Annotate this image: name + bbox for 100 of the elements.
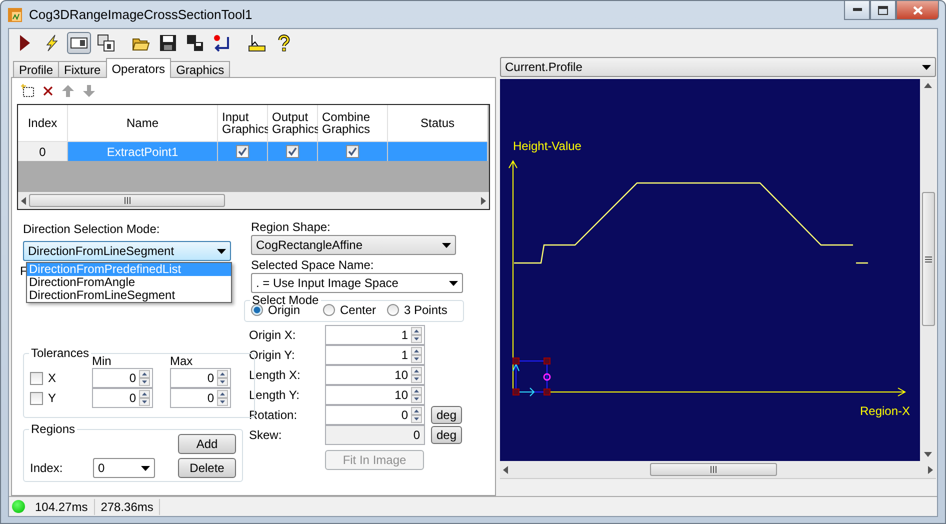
- dropdown-option[interactable]: DirectionFromLineSegment: [27, 289, 231, 302]
- column-header[interactable]: Status: [388, 105, 488, 142]
- field-label: Region Shape:: [251, 220, 332, 234]
- horizontal-scrollbar[interactable]: [18, 192, 489, 209]
- toolbar-button[interactable]: [67, 32, 91, 54]
- axis-label: Region-X: [860, 404, 910, 418]
- vertical-scrollbar[interactable]: [920, 79, 936, 461]
- return-arrow-icon: [213, 34, 231, 52]
- grip-icon: [924, 256, 932, 262]
- checkbox-label: X: [48, 371, 56, 385]
- maximize-button[interactable]: [870, 1, 896, 20]
- field-label: Rotation:: [249, 408, 298, 422]
- dropdown-arrow-icon: [449, 280, 458, 286]
- field-label: Selected Space Name:: [251, 258, 375, 272]
- spin-field[interactable]: 0: [92, 368, 153, 388]
- down-arrow-icon[interactable]: [82, 84, 96, 98]
- checkbox[interactable]: [346, 145, 359, 158]
- new-item-icon[interactable]: [21, 84, 35, 98]
- dropdown-arrow-icon: [217, 248, 226, 254]
- row-header: 0: [18, 142, 68, 161]
- tab[interactable]: Graphics: [170, 61, 230, 78]
- dropdown-arrow-icon: [442, 242, 451, 248]
- minimize-icon: [852, 8, 862, 12]
- pointer-ruler-icon: [248, 34, 266, 52]
- radio-label: 3 Points: [404, 303, 448, 317]
- checkbox[interactable]: [30, 372, 43, 384]
- minimize-button[interactable]: [844, 1, 870, 20]
- scroll-right-icon: [481, 196, 486, 204]
- dropdown-arrow-icon: [141, 466, 150, 470]
- column-header[interactable]: Combine Graphics: [318, 105, 388, 142]
- close-button[interactable]: [896, 1, 939, 20]
- scrollbar-thumb[interactable]: [922, 192, 934, 326]
- column-header[interactable]: Input Graphics: [218, 105, 268, 142]
- scroll-down-icon: [924, 452, 932, 457]
- radio-button[interactable]: [323, 304, 335, 316]
- scroll-up-icon: [924, 83, 932, 88]
- index-dropdown[interactable]: 0: [93, 458, 155, 478]
- field-label: Length X:: [249, 368, 302, 382]
- delete-icon[interactable]: [42, 85, 54, 97]
- scroll-left-icon: [503, 466, 508, 474]
- dropdown-option[interactable]: DirectionFromAngle: [27, 276, 231, 289]
- spin-arrows-icon: [411, 327, 422, 343]
- checkbox[interactable]: [236, 145, 249, 158]
- add-button[interactable]: Add: [178, 434, 236, 454]
- column-header[interactable]: Name: [68, 105, 218, 142]
- tab[interactable]: Operators: [106, 58, 172, 78]
- tab[interactable]: Profile: [13, 61, 60, 78]
- radio-button[interactable]: [387, 304, 399, 316]
- spin-arrows-icon: [217, 390, 228, 406]
- readonly-field: 0: [325, 425, 425, 445]
- spin-field[interactable]: 1: [325, 345, 425, 365]
- field-label: Skew:: [249, 428, 283, 442]
- spin-field[interactable]: 0: [170, 368, 231, 388]
- maximize-icon: [878, 6, 888, 14]
- display-selector[interactable]: Current.Profile: [500, 57, 936, 77]
- up-arrow-icon[interactable]: [61, 84, 75, 98]
- field-label: Direction Selection Mode:: [23, 222, 161, 236]
- spin-arrows-icon: [411, 347, 422, 363]
- unit-button[interactable]: deg: [431, 406, 462, 424]
- horizontal-scrollbar[interactable]: [500, 461, 936, 478]
- tab[interactable]: Fixture: [58, 61, 107, 78]
- field-label: Origin Y:: [249, 348, 296, 362]
- radio-button[interactable]: [251, 304, 263, 316]
- spin-arrows-icon: [139, 370, 150, 386]
- radio-label: Origin: [268, 303, 300, 317]
- spin-arrows-icon: [411, 367, 422, 383]
- floppy-disks-icon: [186, 34, 204, 52]
- check-icon: [238, 147, 247, 156]
- column-header[interactable]: Output Graphics: [268, 105, 318, 142]
- dropdown[interactable]: CogRectangleAffine: [251, 235, 456, 255]
- scroll-left-icon: [21, 196, 26, 204]
- spin-arrows-icon: [139, 390, 150, 406]
- scrollbar-thumb[interactable]: [650, 463, 777, 476]
- checkbox[interactable]: [286, 145, 299, 158]
- checkbox[interactable]: [30, 392, 43, 404]
- spin-arrows-icon: [411, 407, 422, 423]
- column-header[interactable]: Index: [18, 105, 68, 142]
- column-label: Min: [92, 354, 112, 368]
- field-label: Length Y:: [249, 388, 300, 402]
- scrollbar-thumb[interactable]: [29, 194, 225, 207]
- unit-button[interactable]: deg: [431, 426, 462, 444]
- checkbox-label: Y: [48, 391, 56, 405]
- radio-label: Center: [340, 303, 376, 317]
- status-text: 104.27ms: [29, 498, 95, 514]
- grip-icon: [124, 197, 130, 204]
- axis-label: Height-Value: [513, 139, 582, 153]
- spin-field[interactable]: 1: [325, 325, 425, 345]
- window-title: Cog3DRangeImageCrossSectionTool1: [29, 7, 254, 22]
- spin-field[interactable]: 10: [325, 385, 425, 405]
- dropdown[interactable]: . = Use Input Image Space: [251, 273, 463, 293]
- scroll-right-icon: [928, 466, 933, 474]
- spin-field[interactable]: 10: [325, 365, 425, 385]
- delete-button[interactable]: Delete: [178, 458, 236, 478]
- field-label: Origin X:: [249, 328, 297, 342]
- spin-field[interactable]: 0: [170, 388, 231, 408]
- close-icon: [912, 6, 922, 14]
- status-text: 278.36ms: [94, 498, 160, 514]
- spin-field[interactable]: 0: [325, 405, 425, 425]
- spin-field[interactable]: 0: [92, 388, 153, 408]
- spin-arrows-icon: [217, 370, 228, 386]
